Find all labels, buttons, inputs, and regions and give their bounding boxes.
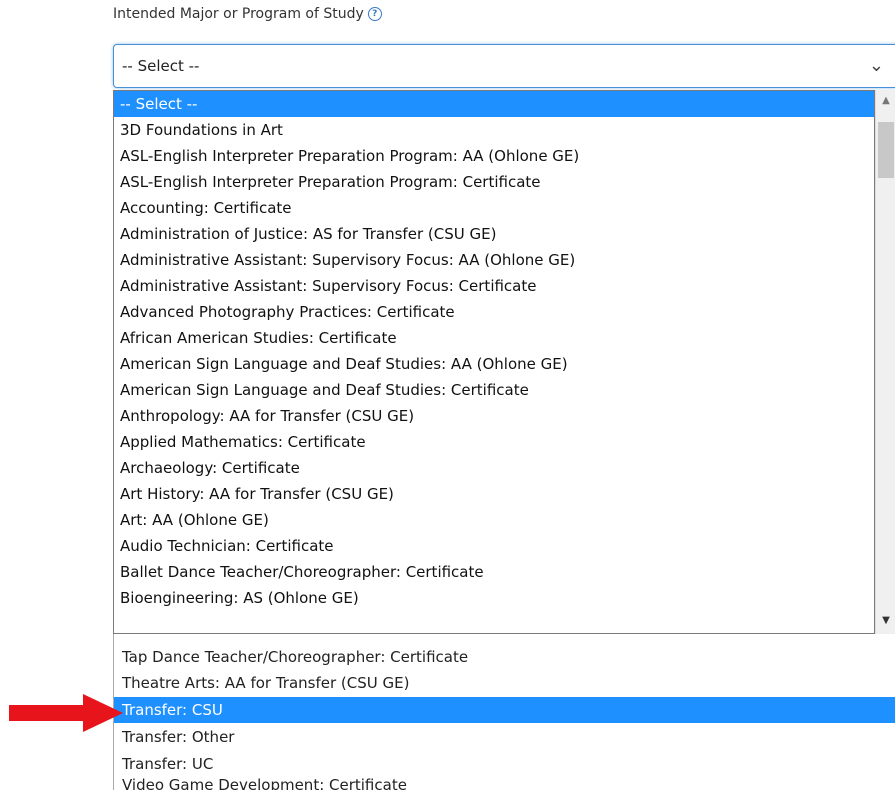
select-value: -- Select --	[122, 57, 200, 75]
dropdown-option[interactable]: Accounting: Certificate	[114, 195, 874, 221]
dropdown-option[interactable]: Administrative Assistant: Supervisory Fo…	[114, 247, 874, 273]
dropdown-option-selected[interactable]: -- Select --	[114, 91, 874, 117]
field-label: Intended Major or Program of Study?	[113, 6, 382, 22]
red-arrow-icon	[9, 694, 123, 732]
dropdown-option[interactable]: American Sign Language and Deaf Studies:…	[114, 351, 874, 377]
dropdown-option[interactable]: Anthropology: AA for Transfer (CSU GE)	[114, 403, 874, 429]
dropdown-option[interactable]: Art History: AA for Transfer (CSU GE)	[114, 481, 874, 507]
major-select[interactable]: -- Select -- ⌄	[113, 44, 895, 88]
dropdown-option[interactable]: Art: AA (Ohlone GE)	[114, 507, 874, 533]
dropdown-scrollbar[interactable]: ▲ ▼	[875, 90, 895, 634]
dropdown-option[interactable]: Applied Mathematics: Certificate	[114, 429, 874, 455]
dropdown-option[interactable]: Archaeology: Certificate	[114, 455, 874, 481]
dropdown-option[interactable]: Ballet Dance Teacher/Choreographer: Cert…	[114, 559, 874, 585]
dropdown-option[interactable]: American Sign Language and Deaf Studies:…	[114, 377, 874, 403]
scroll-up-icon[interactable]: ▲	[876, 92, 895, 110]
scroll-down-icon[interactable]: ▼	[876, 612, 895, 630]
background-option[interactable]: Tap Dance Teacher/Choreographer: Certifi…	[114, 644, 895, 670]
field-label-text: Intended Major or Program of Study	[113, 6, 364, 22]
dropdown-option[interactable]: Administrative Assistant: Supervisory Fo…	[114, 273, 874, 299]
background-option[interactable]: Transfer: UC	[114, 751, 895, 777]
dropdown-option[interactable]: Audio Technician: Certificate	[114, 533, 874, 559]
dropdown-option[interactable]: Advanced Photography Practices: Certific…	[114, 299, 874, 325]
background-option-selected[interactable]: Transfer: CSU	[114, 697, 895, 723]
dropdown-option[interactable]: Administration of Justice: AS for Transf…	[114, 221, 874, 247]
dropdown-option[interactable]: ASL-English Interpreter Preparation Prog…	[114, 169, 874, 195]
dropdown-option[interactable]: ASL-English Interpreter Preparation Prog…	[114, 143, 874, 169]
background-option-cutoff[interactable]: Video Game Development: Certificate	[114, 778, 895, 790]
scrollbar-thumb[interactable]	[878, 122, 894, 178]
chevron-down-icon[interactable]: ⌄	[869, 55, 884, 76]
dropdown-option-list: -- Select -- 3D Foundations in Art ASL-E…	[113, 90, 875, 634]
background-option[interactable]: Transfer: Other	[114, 724, 895, 750]
dropdown-option[interactable]: 3D Foundations in Art	[114, 117, 874, 143]
dropdown-option[interactable]: Bioengineering: AS (Ohlone GE)	[114, 585, 874, 611]
background-option[interactable]: Theatre Arts: AA for Transfer (CSU GE)	[114, 670, 895, 696]
dropdown-option[interactable]: African American Studies: Certificate	[114, 325, 874, 351]
question-circle-icon[interactable]: ?	[367, 7, 382, 21]
